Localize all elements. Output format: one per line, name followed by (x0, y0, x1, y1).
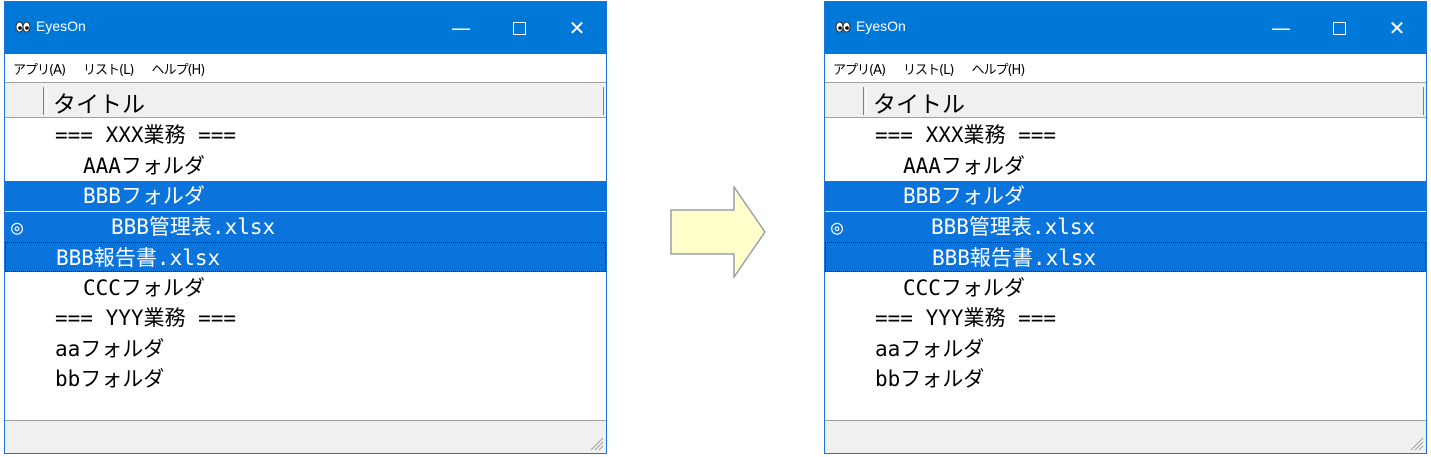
list-item-label: BBB管理表.xlsx (111, 214, 276, 239)
status-bar (5, 420, 606, 453)
menu-bar: アプリ(A) リスト(L) ヘルプ(H) (825, 54, 1426, 82)
list-item-label: BBB報告書.xlsx (932, 246, 1097, 270)
eyes-icon (15, 21, 31, 33)
window-after: EyesOn — ✕ アプリ(A) リスト(L) ヘルプ(H) タイトル ===… (824, 1, 1427, 454)
window-title: EyesOn (856, 18, 906, 34)
close-icon: ✕ (568, 16, 586, 40)
maximize-icon (512, 21, 526, 35)
column-title: タイトル (53, 92, 145, 118)
mark-icon: ◎ (831, 214, 844, 239)
item-list[interactable]: === XXX業務 === AAAフォルダ BBBフォルダ ◎ BBB管理表.xlsx B… (5, 118, 606, 420)
list-item-label: === XXX業務 === (875, 123, 1057, 147)
list-item[interactable]: aaフォルダ (825, 334, 1426, 364)
list-item-label: BBB報告書.xlsx (56, 246, 221, 270)
list-item-label: AAAフォルダ (903, 153, 1025, 178)
list-item-label: bbフォルダ (875, 367, 985, 391)
list-item[interactable]: CCCフォルダ (825, 273, 1426, 303)
column-title: タイトル (873, 92, 965, 118)
list-item[interactable]: === YYY業務 === (5, 303, 606, 333)
maximize-button[interactable] (1310, 2, 1368, 54)
resize-grip-icon[interactable] (1408, 435, 1424, 451)
list-item-label: BBB管理表.xlsx (931, 214, 1096, 239)
header-end-divider (1423, 87, 1426, 115)
list-item[interactable]: bbフォルダ (5, 364, 606, 394)
list-item-label: CCCフォルダ (903, 275, 1025, 300)
list-item[interactable]: === XXX業務 === (825, 120, 1426, 150)
header-end-divider (603, 87, 606, 115)
item-list[interactable]: === XXX業務 === AAAフォルダ BBBフォルダ ◎ BBB管理表.xlsx B… (825, 118, 1426, 420)
close-button[interactable]: ✕ (1368, 2, 1426, 54)
menu-bar: アプリ(A) リスト(L) ヘルプ(H) (5, 54, 606, 82)
close-icon: ✕ (1388, 16, 1406, 40)
list-item-label: bbフォルダ (55, 367, 165, 391)
title-bar[interactable]: EyesOn — ✕ (5, 2, 606, 54)
list-item-label: aaフォルダ (875, 336, 985, 361)
menu-list[interactable]: リスト(L) (83, 59, 134, 78)
eyes-icon (835, 21, 851, 33)
mark-icon: ◎ (11, 214, 24, 239)
column-header[interactable]: タイトル (825, 82, 1426, 118)
window-title: EyesOn (36, 18, 86, 34)
header-divider[interactable] (43, 87, 47, 115)
list-item[interactable]: CCCフォルダ (5, 273, 606, 303)
list-item[interactable]: aaフォルダ (5, 334, 606, 364)
list-item[interactable]: bbフォルダ (825, 364, 1426, 394)
minimize-button[interactable]: — (432, 2, 490, 54)
list-item-label: aaフォルダ (55, 336, 165, 361)
close-button[interactable]: ✕ (548, 2, 606, 54)
list-item-label: AAAフォルダ (83, 153, 205, 178)
maximize-button[interactable] (490, 2, 548, 54)
list-item[interactable]: BBB報告書.xlsx (5, 242, 606, 272)
menu-app[interactable]: アプリ(A) (13, 59, 66, 78)
header-divider[interactable] (863, 87, 867, 115)
list-item[interactable]: === XXX業務 === (5, 120, 606, 150)
minimize-icon: — (451, 16, 471, 40)
list-item[interactable]: AAAフォルダ (825, 151, 1426, 181)
minimize-button[interactable]: — (1252, 2, 1310, 54)
list-item-label: CCCフォルダ (83, 275, 205, 300)
right-arrow-icon (670, 186, 766, 278)
list-item[interactable]: AAAフォルダ (5, 151, 606, 181)
title-bar[interactable]: EyesOn — ✕ (825, 2, 1426, 54)
maximize-icon (1332, 21, 1346, 35)
list-item-label: === XXX業務 === (55, 123, 237, 147)
resize-grip-icon[interactable] (588, 435, 604, 451)
menu-app[interactable]: アプリ(A) (833, 59, 886, 78)
menu-help[interactable]: ヘルプ(H) (151, 59, 205, 78)
window-before: EyesOn — ✕ アプリ(A) リスト(L) ヘルプ(H) タイトル ===… (4, 1, 607, 454)
minimize-icon: — (1271, 16, 1291, 40)
list-item-label: BBBフォルダ (903, 184, 1025, 208)
list-item[interactable]: BBB報告書.xlsx (825, 242, 1426, 272)
list-item-label: BBBフォルダ (83, 184, 205, 208)
column-header[interactable]: タイトル (5, 82, 606, 118)
list-item[interactable]: BBBフォルダ (825, 181, 1426, 211)
list-item[interactable]: BBBフォルダ (5, 181, 606, 211)
list-item-label: === YYY業務 === (55, 306, 237, 330)
list-item-label: === YYY業務 === (875, 306, 1057, 330)
menu-help[interactable]: ヘルプ(H) (971, 59, 1025, 78)
menu-list[interactable]: リスト(L) (903, 59, 954, 78)
list-item[interactable]: ◎ BBB管理表.xlsx (5, 211, 606, 242)
list-item[interactable]: ◎ BBB管理表.xlsx (825, 211, 1426, 242)
status-bar (825, 420, 1426, 453)
list-item[interactable]: === YYY業務 === (825, 303, 1426, 333)
